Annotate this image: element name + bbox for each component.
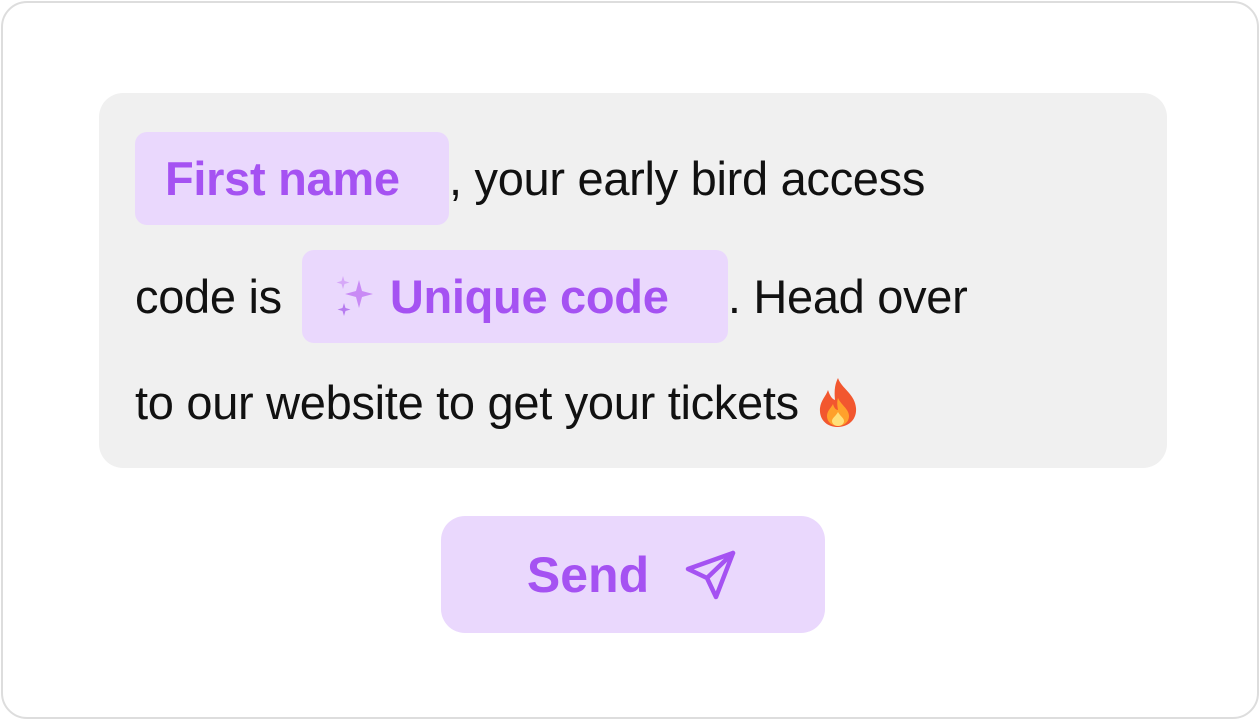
message-text-3: to our website to get your tickets (135, 375, 799, 429)
card-frame: First name , your early bird access code… (1, 1, 1259, 719)
message-line-3: to our website to get your tickets (135, 354, 861, 450)
unique-code-token-label: Unique code (389, 269, 669, 323)
message-text-2a: code is (135, 269, 282, 323)
message-editor[interactable]: First name , your early bird access code… (99, 93, 1167, 468)
first-name-token-label: First name (165, 151, 400, 205)
message-line-1: First name , your early bird access (135, 130, 925, 226)
fire-emoji-icon (819, 378, 856, 427)
unique-code-token[interactable]: Unique code (301, 249, 728, 343)
sparkles-icon (336, 276, 373, 316)
send-button[interactable]: Send (441, 516, 825, 633)
message-text-1: , your early bird access (449, 151, 926, 205)
message-line-2: code is Unique code . Head over (135, 248, 968, 344)
message-text-2b: . Head over (727, 269, 968, 323)
send-button-label: Send (526, 546, 650, 603)
paper-plane-icon (685, 550, 736, 599)
first-name-token[interactable]: First name (135, 131, 449, 225)
